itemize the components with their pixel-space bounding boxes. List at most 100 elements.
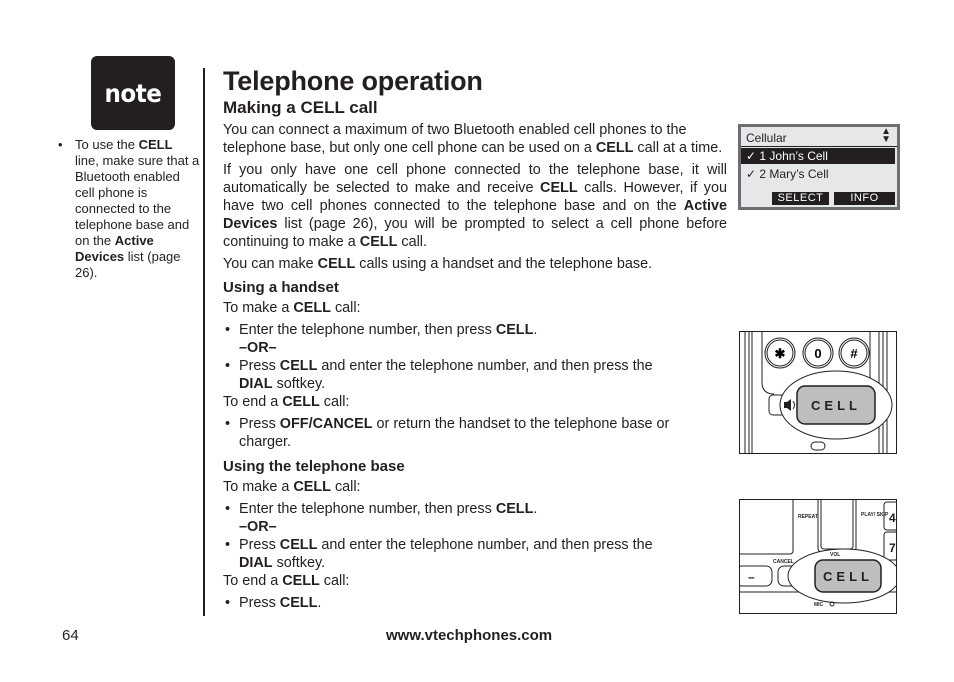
or-separator: –OR– — [239, 519, 277, 535]
text-run: Press — [239, 416, 280, 432]
bold-term: CELL — [282, 394, 320, 410]
text-run: call. — [397, 234, 427, 250]
cell-button-label: CELL — [811, 398, 861, 413]
softkey-info: INFO — [834, 192, 895, 205]
text-run: and enter the telephone number, and then… — [317, 358, 653, 374]
list-item: Press CELL. — [223, 594, 685, 612]
text-run: list (page 26), you will be prompted to … — [223, 216, 727, 250]
text-run: . — [533, 501, 538, 517]
page-title: Telephone operation — [223, 66, 483, 96]
lcd-row: ✓ 2 Mary’s Cell — [746, 167, 829, 181]
handset-end-intro: To end a CELL call: — [223, 393, 685, 411]
bold-term: CELL — [495, 501, 534, 517]
list-item: Press CELL and enter the telephone numbe… — [223, 357, 685, 393]
key-7: 7 — [889, 541, 896, 555]
column-divider — [203, 68, 205, 616]
side-note-text: To use the CELL line, make sure that a B… — [75, 137, 200, 281]
text-run: To use the — [75, 137, 139, 152]
base-figure: REPEAT PLAY/ SKIP CANCEL VOL MIC 4 7 – C… — [739, 499, 897, 614]
list-item: Enter the telephone number, then press C… — [223, 321, 685, 357]
intro-paragraph-2: If you only have one cell phone connecte… — [223, 161, 727, 251]
text-run: . — [533, 322, 538, 338]
lcd-row-selected: ✓ 1 John’s Cell — [741, 148, 895, 164]
text-run: . — [317, 595, 322, 611]
intro-paragraph-3: You can make CELL calls using a handset … — [223, 255, 728, 273]
base-make-list: Enter the telephone number, then press C… — [223, 500, 685, 572]
checkmark-icon: ✓ — [746, 167, 757, 181]
bold-term: CELL — [495, 322, 534, 338]
text-run: call: — [330, 300, 361, 316]
base-end-intro: To end a CELL call: — [223, 572, 685, 590]
checkmark-icon: ✓ — [746, 149, 757, 163]
text-run: call: — [319, 394, 350, 410]
bold-term: DIAL — [239, 376, 273, 392]
text-run: Enter the telephone number, then press — [239, 322, 496, 338]
minus-key: – — [748, 570, 755, 584]
text-run: call: — [330, 479, 361, 495]
or-separator: –OR– — [239, 340, 277, 356]
list-item: Enter the telephone number, then press C… — [223, 500, 685, 536]
bold-term: CELL — [293, 300, 331, 316]
bold-term: CELL — [359, 234, 398, 250]
lcd-divider — [741, 146, 897, 147]
lcd-screen-figure: Cellular ▲ ▼ ✓ 1 John’s Cell ✓ 2 Mary’s C… — [738, 124, 900, 210]
cancel-label: CANCEL — [773, 559, 794, 565]
text-run: call at a time. — [633, 140, 723, 156]
lcd-title: Cellular — [746, 131, 787, 145]
mic-label: MIC — [814, 602, 824, 608]
bold-term: DIAL — [239, 555, 273, 571]
base-end-list: Press CELL. — [223, 594, 685, 612]
bold-term: CELL — [279, 537, 318, 553]
bold-term: CELL — [138, 137, 173, 152]
handset-section: Using a handset To make a CELL call: Ent… — [223, 279, 685, 451]
text-run: Enter the telephone number, then press — [239, 501, 496, 517]
text-run: calls using a handset and the telephone … — [355, 256, 653, 272]
base-heading: Using the telephone base — [223, 458, 405, 475]
text-run: softkey. — [272, 376, 326, 392]
note-badge-label: note — [104, 78, 162, 108]
key-4: 4 — [889, 511, 896, 525]
text-run: To end a — [223, 394, 283, 410]
text-run: Press — [239, 537, 280, 553]
bold-term: CELL — [595, 140, 634, 156]
text-run: To make a — [223, 479, 294, 495]
text-run: To end a — [223, 573, 283, 589]
base-section: Using the telephone base To make a CELL … — [223, 458, 685, 612]
repeat-label: REPEAT — [798, 514, 818, 520]
side-note: • To use the CELL line, make sure that a… — [58, 137, 200, 281]
bold-term: CELL — [279, 358, 318, 374]
text-run: To make a — [223, 300, 294, 316]
text-run: Press — [239, 358, 280, 374]
bold-term: CELL — [279, 595, 318, 611]
play-skip-label: PLAY/ SKIP — [861, 512, 889, 518]
bullet-icon: • — [58, 137, 63, 152]
handset-figure: ✱ 0 # CELL — [739, 331, 897, 454]
text-run: call: — [319, 573, 350, 589]
cell-button-label: CELL — [823, 569, 873, 584]
footer-url[interactable]: www.vtechphones.com — [386, 627, 552, 644]
vol-label: VOL — [830, 552, 840, 558]
handset-end-list: Press OFF/CANCEL or return the handset t… — [223, 415, 685, 451]
bold-term: CELL — [540, 180, 578, 196]
text-run: softkey. — [272, 555, 326, 571]
note-badge: note — [91, 56, 175, 130]
section-title: Making a CELL call — [223, 98, 378, 117]
bold-term: CELL — [282, 573, 320, 589]
handset-make-list: Enter the telephone number, then press C… — [223, 321, 685, 393]
text-run: Press — [239, 595, 280, 611]
up-down-arrows-icon: ▲ ▼ — [881, 126, 891, 145]
softkey-select: SELECT — [772, 192, 829, 205]
list-item: Press CELL and enter the telephone numbe… — [223, 536, 685, 572]
text-run: and enter the telephone number, and then… — [317, 537, 653, 553]
bold-term: CELL — [317, 256, 356, 272]
zero-key: 0 — [814, 346, 821, 361]
list-item: Press OFF/CANCEL or return the handset t… — [223, 415, 685, 451]
text-run: You can make — [223, 256, 318, 272]
main-content: Telephone operation Making a CELL call Y… — [223, 66, 728, 612]
handset-heading: Using a handset — [223, 279, 339, 296]
handset-make-intro: To make a CELL call: — [223, 299, 685, 317]
base-make-intro: To make a CELL call: — [223, 478, 685, 496]
bold-term: CELL — [293, 479, 331, 495]
bold-term: OFF/CANCEL — [279, 416, 373, 432]
page-number: 64 — [62, 627, 79, 644]
